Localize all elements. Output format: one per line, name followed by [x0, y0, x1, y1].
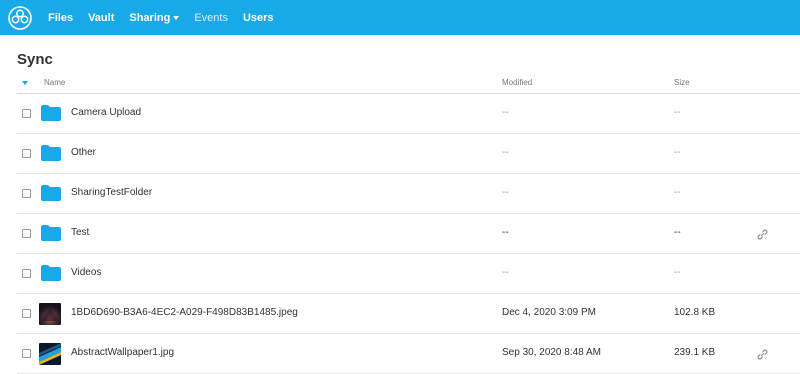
link-icon[interactable]	[757, 229, 768, 240]
row-checkbox[interactable]	[22, 269, 31, 278]
folder-icon	[41, 225, 61, 241]
file-name[interactable]: 1BD6D690-B3A6-4EC2-A029-F498D83B1485.jpe…	[71, 307, 298, 318]
folder-icon	[41, 105, 61, 121]
file-modified: Sep 30, 2020 8:48 AM	[502, 347, 601, 358]
file-name[interactable]: AbstractWallpaper1.jpg	[71, 347, 174, 358]
table-row[interactable]: Videos -- --	[17, 254, 800, 294]
file-size: 239.1 KB	[674, 347, 716, 358]
table-row[interactable]: Test -- --	[17, 214, 800, 254]
column-header-name[interactable]: Name	[44, 78, 65, 87]
file-size: --	[674, 147, 681, 158]
app-logo-icon[interactable]	[8, 6, 32, 30]
nav-sharing[interactable]: Sharing	[129, 11, 180, 24]
file-size: --	[674, 107, 681, 118]
table-header: Name Modified Size	[17, 74, 800, 94]
main-nav: Files Vault Sharing Events Users	[48, 0, 289, 35]
file-name[interactable]: Test	[71, 227, 89, 238]
nav-sharing-label: Sharing	[129, 11, 171, 24]
file-modified: --	[502, 187, 509, 198]
link-icon[interactable]	[757, 349, 768, 360]
file-modified: Dec 4, 2020 3:09 PM	[502, 307, 596, 318]
nav-users[interactable]: Users	[243, 12, 274, 24]
table-row[interactable]: 1BD6D690-B3A6-4EC2-A029-F498D83B1485.jpe…	[17, 294, 800, 334]
file-modified: --	[502, 147, 509, 158]
table-row[interactable]: AbstractWallpaper1.jpg Sep 30, 2020 8:48…	[17, 334, 800, 374]
row-checkbox[interactable]	[22, 309, 31, 318]
file-size: --	[674, 187, 681, 198]
column-header-size[interactable]: Size	[674, 78, 690, 87]
page-title: Sync	[17, 51, 53, 68]
file-size: 102.8 KB	[674, 307, 716, 318]
file-modified: --	[502, 267, 509, 278]
table-row[interactable]: SharingTestFolder -- --	[17, 174, 800, 214]
folder-icon	[41, 145, 61, 161]
row-checkbox[interactable]	[22, 229, 31, 238]
nav-vault[interactable]: Vault	[88, 12, 114, 24]
file-modified: --	[502, 107, 509, 118]
nav-files[interactable]: Files	[48, 12, 73, 24]
top-nav-bar: Files Vault Sharing Events Users	[0, 0, 800, 35]
file-name[interactable]: Other	[71, 147, 96, 158]
table-row[interactable]: Camera Upload -- --	[17, 94, 800, 134]
row-checkbox[interactable]	[22, 109, 31, 118]
column-header-modified[interactable]: Modified	[502, 78, 532, 87]
folder-icon	[41, 185, 61, 201]
file-size: --	[674, 267, 681, 278]
sort-arrow-icon[interactable]	[22, 81, 28, 85]
image-thumbnail	[39, 343, 61, 365]
file-name[interactable]: Videos	[71, 267, 101, 278]
table-row[interactable]: Other -- --	[17, 134, 800, 174]
caret-down-icon	[173, 15, 180, 20]
row-checkbox[interactable]	[22, 189, 31, 198]
file-modified: --	[502, 227, 509, 238]
image-thumbnail	[39, 303, 61, 325]
nav-events[interactable]: Events	[194, 12, 228, 24]
file-size: --	[674, 227, 681, 238]
row-checkbox[interactable]	[22, 349, 31, 358]
folder-icon	[41, 265, 61, 281]
file-name[interactable]: Camera Upload	[71, 107, 141, 118]
row-checkbox[interactable]	[22, 149, 31, 158]
file-name[interactable]: SharingTestFolder	[71, 187, 152, 198]
